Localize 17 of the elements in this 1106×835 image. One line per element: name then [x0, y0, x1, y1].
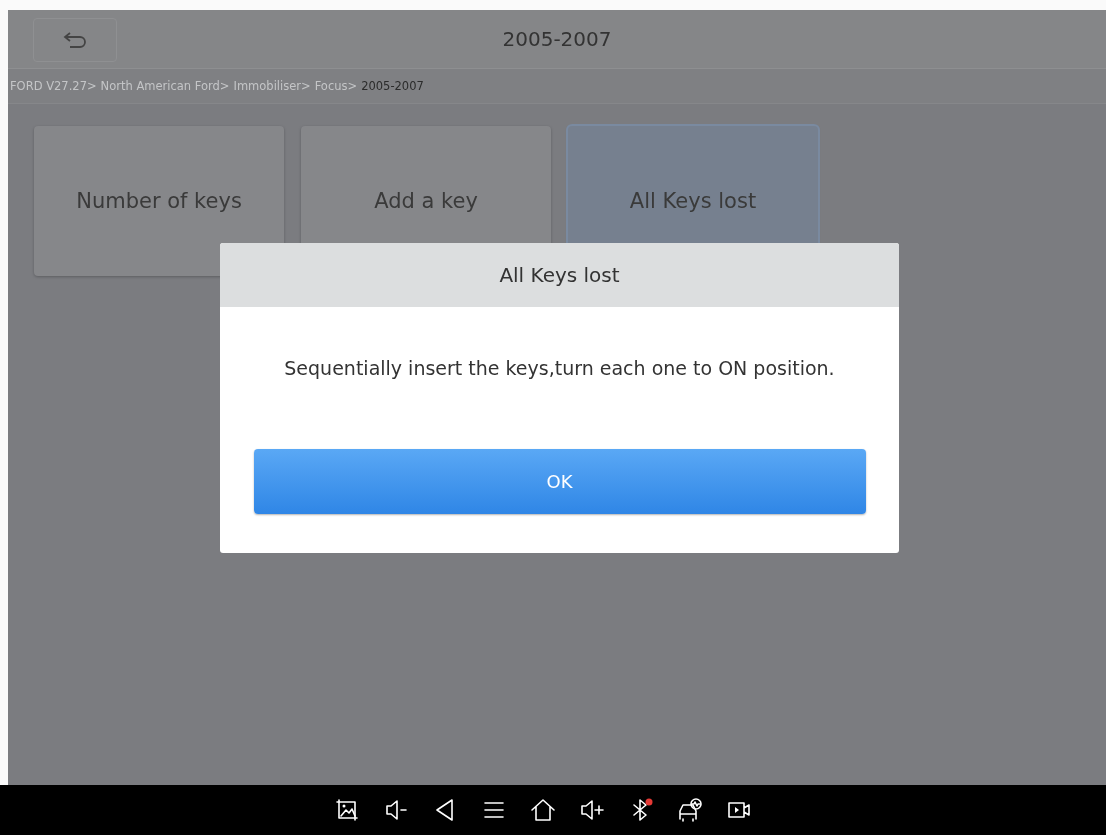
back-button[interactable] — [33, 18, 117, 62]
back-icon — [62, 31, 88, 49]
breadcrumb-item[interactable]: North American Ford> — [100, 79, 230, 93]
breadcrumb-item[interactable]: Immobiliser> — [233, 79, 311, 93]
menu-tile[interactable]: Number of keys — [34, 126, 284, 276]
volume-up-icon[interactable] — [579, 797, 605, 823]
breadcrumb-item[interactable]: FORD V27.27> — [10, 79, 97, 93]
screenshot-icon[interactable] — [334, 797, 360, 823]
dialog-title: All Keys lost — [220, 243, 899, 307]
breadcrumb-item[interactable]: Focus> — [314, 79, 358, 93]
page-title: 2005-2007 — [502, 27, 612, 51]
home-icon[interactable] — [530, 797, 556, 823]
dialog-message: Sequentially insert the keys,turn each one to ON position. — [283, 357, 836, 379]
breadcrumb-item[interactable]: 2005-2007 — [361, 79, 424, 93]
volume-down-icon[interactable] — [383, 797, 409, 823]
car-diagnostics-icon[interactable] — [677, 797, 703, 823]
ok-button[interactable]: OK — [253, 449, 866, 514]
